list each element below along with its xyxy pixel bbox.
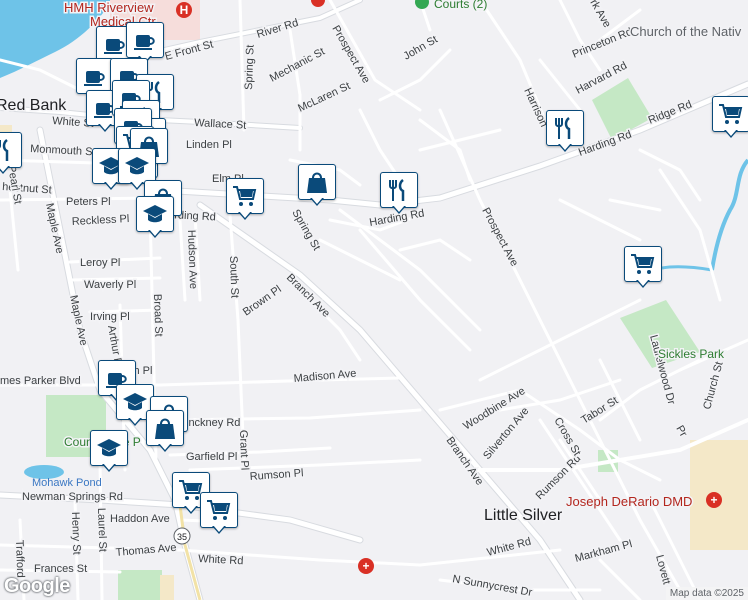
medical-cross-icon: + <box>710 493 717 507</box>
marker-shopping-cart[interactable] <box>226 178 264 222</box>
park-south <box>118 570 162 600</box>
label-garfield-pl: Garfield Pl <box>186 451 237 463</box>
label-church: Church of the Nativ <box>630 24 742 39</box>
marker-tip-inner <box>159 443 171 450</box>
marker-box[interactable] <box>146 410 184 446</box>
label-broad-st: Broad St <box>151 294 164 337</box>
map-attribution[interactable]: Map data ©2025 <box>665 587 748 600</box>
marker-tip-inner <box>239 211 251 218</box>
marker-shopping-cart[interactable] <box>200 492 238 536</box>
label-newman-springs-rd: Newman Springs Rd <box>22 491 123 503</box>
marker-box[interactable] <box>0 132 22 168</box>
label-dentist: Joseph DeRario DMD <box>566 494 692 509</box>
label-trafford: Trafford <box>13 540 26 578</box>
marker-tip-inner <box>131 181 143 188</box>
marker-tip-inner <box>725 129 737 136</box>
restaurant-icon <box>0 139 9 161</box>
marker-shopping-bag[interactable] <box>146 410 184 454</box>
shopping-bag-icon <box>307 172 327 193</box>
label-irving-pl: Irving Pl <box>90 311 130 323</box>
marker-box[interactable] <box>712 96 748 132</box>
label-laurel-st: Laurel St <box>95 508 109 552</box>
dentist-pin[interactable]: + <box>706 492 722 508</box>
label-south-st: South St <box>227 256 240 299</box>
label-leroy-pl: Leroy Pl <box>80 257 120 269</box>
label-linden-pl: Linden Pl <box>186 139 232 151</box>
marker-school[interactable] <box>90 430 128 474</box>
marker-tip-inner <box>129 417 141 424</box>
marker-tip-inner <box>559 143 571 150</box>
label-white-rd-w: White Rd <box>198 553 244 567</box>
marker-shopping-bag[interactable] <box>298 164 336 208</box>
marker-tip-inner <box>185 505 197 512</box>
marker-tip-inner <box>393 205 405 212</box>
marker-box[interactable] <box>298 164 336 200</box>
label-sickles-park: Sickles Park <box>658 347 725 361</box>
marker-box[interactable] <box>118 148 156 184</box>
school-icon <box>125 157 149 175</box>
label-hospital: HMH Riverview <box>64 0 154 15</box>
coffee-icon <box>104 39 125 54</box>
marker-box[interactable] <box>200 492 238 528</box>
shopping-cart-icon <box>207 500 231 520</box>
marker-tip-inner <box>311 197 323 204</box>
marker-tip-inner <box>105 181 117 188</box>
marker-box[interactable] <box>624 246 662 282</box>
marker-box[interactable] <box>136 196 174 232</box>
label-hudson-ave: Hudson Ave <box>185 230 199 290</box>
route-35-number: 35 <box>177 532 187 542</box>
label-peters-pl: Peters Pl <box>66 196 111 208</box>
marker-box[interactable] <box>546 110 584 146</box>
marker-shopping-cart[interactable] <box>712 96 748 140</box>
marker-restaurant[interactable] <box>546 110 584 154</box>
marker-shopping-cart[interactable] <box>624 246 662 290</box>
label-town-little-silver: Little Silver <box>484 507 563 524</box>
marker-tip-inner <box>637 279 649 286</box>
label-waverly-pl: Waverly Pl <box>84 279 136 291</box>
label-james-parker-blvd: mes Parker Blvd <box>0 375 81 387</box>
medical-cross-icon-south: + <box>362 559 369 573</box>
label-grant-pl: Grant Pl <box>237 430 250 471</box>
marker-school[interactable] <box>136 196 174 240</box>
coffee-icon <box>84 71 105 86</box>
hospital-pin[interactable]: H <box>176 2 192 18</box>
school-icon <box>143 205 167 223</box>
shopping-cart-icon <box>233 186 257 206</box>
shopping-cart-icon <box>719 104 743 124</box>
label-courts: Courts (2) <box>434 0 487 11</box>
marker-box[interactable] <box>76 58 114 94</box>
marker-tip-inner <box>0 165 9 172</box>
label-haddon-ave: Haddon Ave <box>110 513 170 525</box>
medical-pin-south[interactable]: + <box>358 558 374 574</box>
marker-tip-inner <box>213 525 225 532</box>
label-spring-st-n: Spring St <box>243 44 257 90</box>
label-pinckney-rd: inckney Rd <box>186 417 240 429</box>
school-icon <box>97 439 121 457</box>
marker-box[interactable] <box>226 178 264 214</box>
marker-box[interactable] <box>126 22 164 58</box>
marker-box[interactable] <box>90 430 128 466</box>
restaurant-icon <box>389 179 405 201</box>
marker-restaurant[interactable] <box>380 172 418 216</box>
shopping-cart-icon <box>631 254 655 274</box>
hospital-icon: H <box>180 3 189 17</box>
label-henry-st: Henry St <box>69 512 82 555</box>
shopping-bag-icon <box>155 418 175 439</box>
google-logo: Google <box>4 575 70 597</box>
marker-tip-inner <box>149 229 161 236</box>
label-town-red-bank: Red Bank <box>0 97 67 114</box>
commercial-area-sw <box>160 575 174 600</box>
marker-tip-inner <box>103 463 115 470</box>
label-mohawk-pond: Mohawk Pond <box>32 477 102 489</box>
coffee-icon <box>134 35 155 50</box>
restaurant-icon <box>555 117 571 139</box>
marker-restaurant[interactable] <box>0 132 22 176</box>
marker-tip-inner <box>99 123 111 130</box>
marker-box[interactable] <box>380 172 418 208</box>
school-icon <box>123 393 147 411</box>
label-frances-st: Frances St <box>34 563 87 575</box>
